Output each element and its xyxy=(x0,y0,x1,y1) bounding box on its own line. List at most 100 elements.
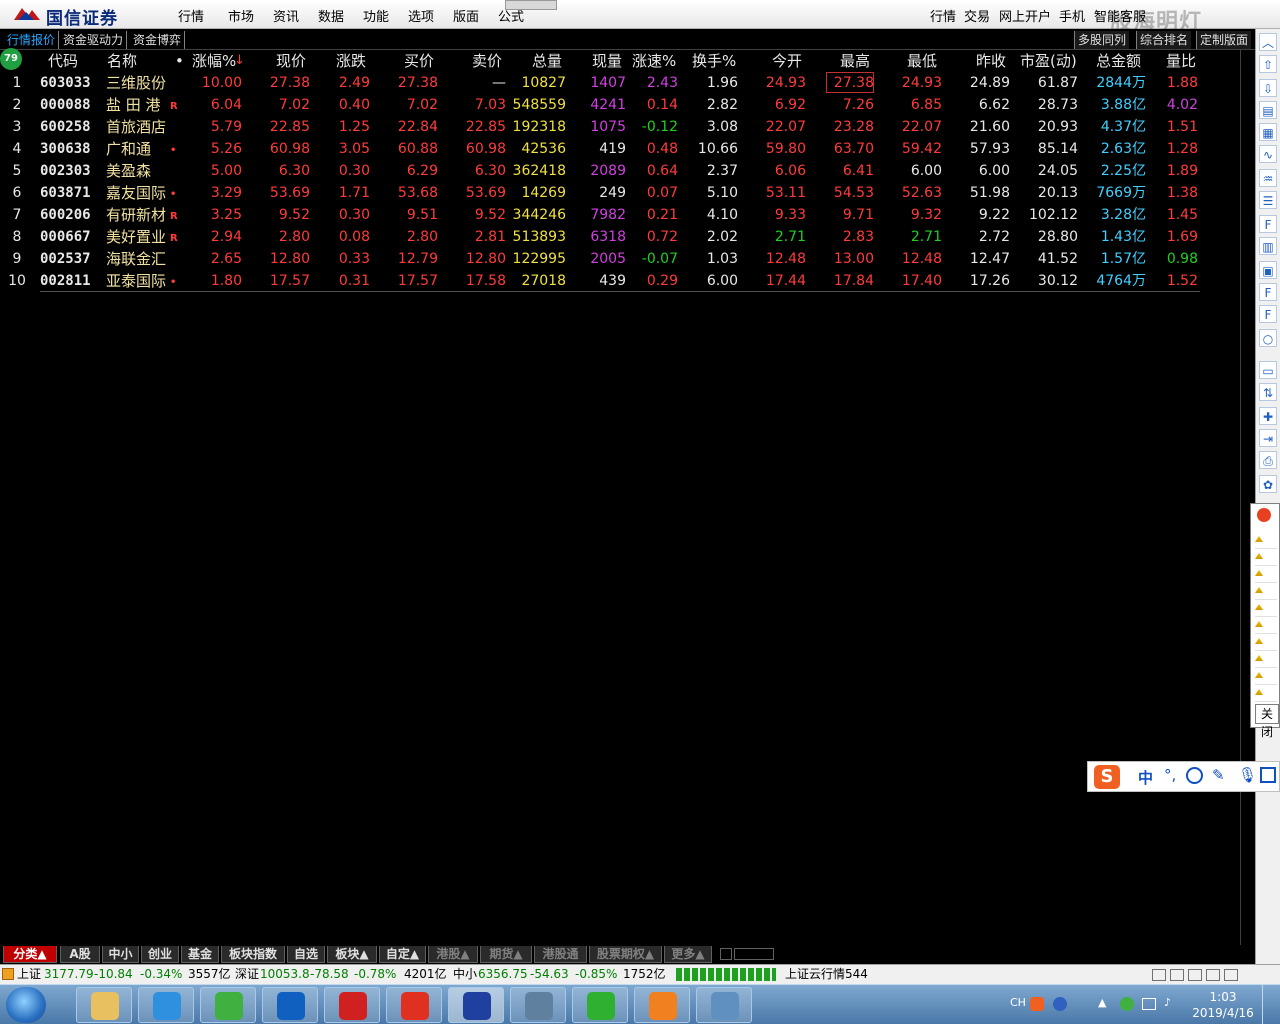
subtab-right[interactable]: 综合排名 xyxy=(1136,31,1192,49)
subtab-right[interactable]: 多股同列 xyxy=(1074,31,1130,49)
category-scroll-left-icon[interactable] xyxy=(720,948,732,960)
table-row[interactable]: 9 002537 海联金汇 2.65 12.80 0.33 12.79 12.80 122995… xyxy=(0,248,1200,270)
cell-name[interactable]: 海联金汇 xyxy=(106,248,166,270)
popup-list-item[interactable] xyxy=(1255,551,1277,566)
subtab[interactable]: 资金驱动力 xyxy=(60,31,128,49)
print-icon[interactable]: ⎙ xyxy=(1259,451,1277,469)
sogou-icon[interactable]: S xyxy=(1094,765,1120,789)
category-tab[interactable]: 板块▲ xyxy=(327,946,377,963)
column-header[interactable]: 代码 xyxy=(48,50,78,72)
column-header[interactable]: 涨速% xyxy=(632,50,676,72)
column-header[interactable]: • xyxy=(175,50,184,72)
kline-icon[interactable]: ♒ xyxy=(1259,169,1277,187)
cell-code[interactable]: 000088 xyxy=(40,94,91,116)
status-tray-icons[interactable] xyxy=(1152,968,1248,982)
show-hidden-icon[interactable]: ▲ xyxy=(1098,996,1106,1009)
line-chart-icon[interactable]: ∿ xyxy=(1259,145,1277,163)
toolbar-scroll-down-icon[interactable] xyxy=(1259,934,1277,952)
cell-name[interactable]: 美好置业 xyxy=(106,226,166,248)
start-button[interactable] xyxy=(6,987,46,1023)
cell-code[interactable]: 000667 xyxy=(40,226,91,248)
column-header[interactable]: 买价 xyxy=(404,50,434,72)
table-icon[interactable]: ▦ xyxy=(1259,123,1277,141)
table-row[interactable]: 6 603871 嘉友国际 • 3.29 53.69 1.71 53.68 53.69 14269… xyxy=(0,182,1200,204)
zoom-icon[interactable]: ✚ xyxy=(1259,407,1277,425)
column-header[interactable]: 总金额 xyxy=(1096,50,1141,72)
cell-name[interactable]: 嘉友国际 xyxy=(106,182,166,204)
column-header[interactable]: 涨幅% xyxy=(192,50,236,72)
f10-icon[interactable]: F xyxy=(1259,215,1277,233)
taskbar-app-button[interactable] xyxy=(138,987,194,1023)
ime-indicator[interactable]: CH xyxy=(1010,996,1026,1009)
cell-code[interactable]: 603871 xyxy=(40,182,91,204)
cell-code[interactable]: 600258 xyxy=(40,116,91,138)
emoji-icon[interactable] xyxy=(1186,767,1203,784)
export-icon[interactable]: ⇥ xyxy=(1259,429,1277,447)
taskbar-app-button[interactable] xyxy=(448,987,504,1023)
sogou-tray-icon[interactable] xyxy=(1030,997,1044,1011)
settings-icon[interactable]: ○ xyxy=(1259,329,1277,347)
cell-name[interactable]: 首旅酒店 xyxy=(106,116,166,138)
category-tab[interactable]: A股 xyxy=(60,946,100,963)
subtab[interactable]: 行情报价 xyxy=(4,31,60,49)
category-tab[interactable]: 中小 xyxy=(102,946,139,963)
cell-name[interactable]: 广和通 xyxy=(106,138,166,160)
cell-name[interactable]: 有研新材 xyxy=(106,204,166,226)
cell-name[interactable]: 盐 田 港 xyxy=(106,94,166,116)
cell-code[interactable]: 002537 xyxy=(40,248,91,270)
category-tab[interactable]: 自定▲ xyxy=(379,946,426,963)
report-icon[interactable]: ▤ xyxy=(1259,101,1277,119)
tools-icon[interactable]: ✿ xyxy=(1259,475,1277,493)
vertical-scrollbar[interactable] xyxy=(1240,50,1254,945)
column-header[interactable]: 总量 xyxy=(532,50,562,72)
menu-item[interactable]: 数据 xyxy=(318,6,344,25)
taskbar-app-button[interactable] xyxy=(634,987,690,1023)
column-header[interactable]: 现量 xyxy=(592,50,622,72)
subtab[interactable]: 资金博弈 xyxy=(130,31,186,49)
menu-item[interactable]: 资讯 xyxy=(273,6,299,25)
taskbar-app-button[interactable] xyxy=(510,987,566,1023)
column-header[interactable]: 最低 xyxy=(907,50,937,72)
category-tab[interactable]: 基金 xyxy=(181,946,219,963)
popup-close-button[interactable]: 关闭 xyxy=(1255,704,1279,739)
taskbar-app-button[interactable] xyxy=(262,987,318,1023)
popup-list-item[interactable] xyxy=(1255,687,1277,702)
taskbar-app-button[interactable] xyxy=(386,987,442,1023)
taskbar-app-button[interactable] xyxy=(696,987,752,1023)
pen-icon[interactable]: ✎ xyxy=(1212,766,1225,784)
taskbar-app-button[interactable] xyxy=(76,987,132,1023)
chevron-up-icon[interactable]: ︿ xyxy=(1259,33,1277,51)
column-header[interactable]: 昨收 xyxy=(976,50,1006,72)
menu-item-right[interactable]: 交易 xyxy=(964,6,990,25)
news-icon[interactable]: ▣ xyxy=(1259,261,1277,279)
network-icon[interactable] xyxy=(1142,998,1156,1010)
column-header[interactable]: 换手% xyxy=(692,50,736,72)
subtab-right[interactable]: 定制版面 xyxy=(1196,31,1252,49)
table-row[interactable]: 4 300638 广和通 • 5.26 60.98 3.05 60.88 60.98 42536 4… xyxy=(0,138,1200,160)
folder-icon[interactable]: ▭ xyxy=(1259,361,1277,379)
column-header[interactable]: 市盈(动) xyxy=(1020,50,1077,72)
popup-list-item[interactable] xyxy=(1255,619,1277,634)
menu-item[interactable]: 行情 xyxy=(178,6,204,25)
doc-icon[interactable]: ▥ xyxy=(1259,237,1277,255)
taskbar-app-button[interactable] xyxy=(200,987,256,1023)
category-tab[interactable]: 股票期权▲ xyxy=(589,946,662,963)
list-icon[interactable]: ☰ xyxy=(1259,191,1277,209)
menu-item-right[interactable]: 手机 xyxy=(1059,6,1085,25)
popup-list-item[interactable] xyxy=(1255,602,1277,617)
popup-list-item[interactable] xyxy=(1255,585,1277,600)
category-tab[interactable]: 更多▲ xyxy=(664,946,712,963)
popup-list-item[interactable] xyxy=(1255,670,1277,685)
volume-icon[interactable]: ♪ xyxy=(1164,996,1171,1009)
category-tab[interactable]: 板块指数 xyxy=(221,946,285,963)
table-row[interactable]: 10 002811 亚泰国际 • 1.80 17.57 0.31 17.57 17.58 2701… xyxy=(0,270,1200,292)
cell-code[interactable]: 600206 xyxy=(40,204,91,226)
cell-name[interactable]: 美盈森 xyxy=(106,160,166,182)
alert-count-badge[interactable]: 79 xyxy=(0,48,22,70)
table-row[interactable]: 5 002303 美盈森 5.00 6.30 0.30 6.29 6.30 362418 2089… xyxy=(0,160,1200,182)
menu-item[interactable]: 市场 xyxy=(228,6,254,25)
cell-code[interactable]: 300638 xyxy=(40,138,91,160)
category-tab[interactable]: 港股▲ xyxy=(428,946,478,963)
cell-code[interactable]: 002303 xyxy=(40,160,91,182)
arrow-up-icon[interactable]: ⇧ xyxy=(1259,55,1277,73)
